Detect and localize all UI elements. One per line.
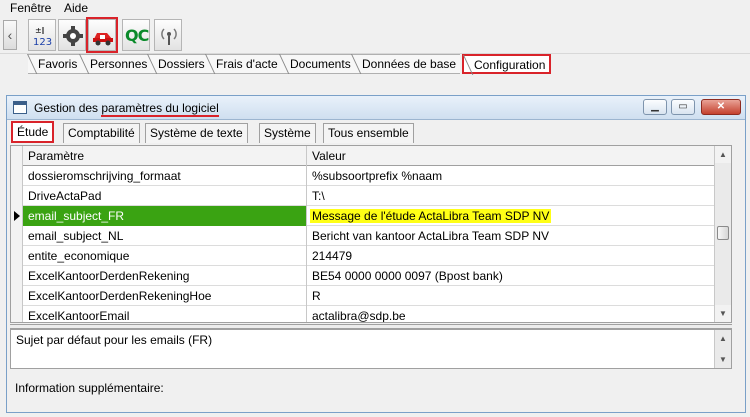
table-row[interactable]: entite_economique 214479 xyxy=(11,246,731,266)
menu-aide[interactable]: Aide xyxy=(64,1,88,15)
description-scrollbar[interactable]: ▲ ▼ xyxy=(714,330,731,368)
value-cell[interactable]: R xyxy=(307,286,715,306)
settings-button[interactable] xyxy=(58,19,86,51)
window-titlebar[interactable]: Gestion des paramètres du logiciel ▁ ▭ ✕ xyxy=(7,96,745,120)
scroll-up-icon[interactable]: ▲ xyxy=(715,330,731,347)
description-text: Sujet par défaut pour les emails (FR) xyxy=(16,333,213,347)
calculator-icon: ± 123 xyxy=(33,26,52,47)
value-cell[interactable]: Bericht van kantoor ActaLibra Team SDP N… xyxy=(307,226,715,246)
menu-fenetre[interactable]: Fenêtre xyxy=(10,1,51,15)
settings-window: Gestion des paramètres du logiciel ▁ ▭ ✕… xyxy=(6,95,746,413)
svg-text:±: ± xyxy=(35,26,42,35)
scroll-up-icon[interactable]: ▲ xyxy=(715,146,731,163)
table-row[interactable]: dossieromschrijving_formaat %subsoortpre… xyxy=(11,166,731,186)
param-cell[interactable]: email_subject_FR xyxy=(23,206,307,226)
table-row[interactable]: ExcelKantoorEmail actalibra@sdp.be xyxy=(11,306,731,322)
row-indicator xyxy=(11,206,23,226)
value-cell[interactable]: actalibra@sdp.be xyxy=(307,306,715,322)
scroll-down-icon[interactable]: ▼ xyxy=(715,351,731,368)
tab-favoris[interactable]: Favoris xyxy=(28,54,82,74)
value-cell[interactable]: T:\ xyxy=(307,186,715,206)
current-row-arrow-icon xyxy=(14,211,20,221)
value-cell[interactable]: BE54 0000 0000 0097 (Bpost bank) xyxy=(307,266,715,286)
tab-tous-ensemble[interactable]: Tous ensemble xyxy=(323,123,414,143)
tab-frais-dacte[interactable]: Frais d'acte xyxy=(206,54,282,74)
grid-vertical-scrollbar[interactable]: ▲ ▼ xyxy=(714,146,731,322)
gear-settings-icon xyxy=(63,26,83,46)
table-row[interactable]: ExcelKantoorDerdenRekening BE54 0000 000… xyxy=(11,266,731,286)
scroll-down-icon[interactable]: ▼ xyxy=(715,305,731,322)
sub-tab-strip: Étude Comptabilité Système de texte Syst… xyxy=(7,121,745,144)
calculator-button[interactable]: ± 123 xyxy=(28,19,56,51)
car-config-icon xyxy=(93,33,113,46)
param-cell[interactable]: DriveActaPad xyxy=(23,186,307,206)
param-cell[interactable]: dossieromschrijving_formaat xyxy=(23,166,307,186)
toolbar-scroll-left-button[interactable]: ‹ xyxy=(3,20,17,50)
menu-bar: Fenêtre Aide xyxy=(0,0,750,16)
tab-personnes[interactable]: Personnes xyxy=(80,54,152,74)
column-header-valeur[interactable]: Valeur xyxy=(307,146,715,166)
description-box[interactable]: Sujet par défaut pour les emails (FR) ▲ … xyxy=(10,329,732,369)
window-title: Gestion des paramètres du logiciel xyxy=(34,101,219,115)
configuration-toolbar-button[interactable] xyxy=(86,17,118,53)
value-cell[interactable]: Message de l'étude ActaLibra Team SDP NV xyxy=(307,206,715,226)
minimize-button[interactable]: ▁ xyxy=(643,99,667,115)
param-cell[interactable]: ExcelKantoorEmail xyxy=(23,306,307,322)
svg-text:123: 123 xyxy=(33,37,52,47)
tab-systeme-de-texte[interactable]: Système de texte xyxy=(145,123,248,143)
maximize-button[interactable]: ▭ xyxy=(671,99,695,115)
toolbar: ‹ ± 123 QC xyxy=(0,16,750,54)
window-icon xyxy=(13,101,27,114)
tab-comptabilite[interactable]: Comptabilité xyxy=(63,123,140,143)
table-row-selected[interactable]: email_subject_FR Message de l'étude Acta… xyxy=(11,206,731,226)
param-cell[interactable]: entite_economique xyxy=(23,246,307,266)
scrollbar-thumb[interactable] xyxy=(717,226,729,240)
qc-button[interactable]: QC xyxy=(122,19,150,51)
tab-documents[interactable]: Documents xyxy=(280,54,355,74)
title-annotation-underline xyxy=(101,115,219,117)
value-cell[interactable]: %subsoortprefix %naam xyxy=(307,166,715,186)
param-cell[interactable]: ExcelKantoorDerdenRekening xyxy=(23,266,307,286)
tab-systeme[interactable]: Système xyxy=(259,123,316,143)
wireless-button[interactable] xyxy=(154,19,182,51)
info-label: Information supplémentaire: xyxy=(15,381,164,395)
tab-donnees-de-base[interactable]: Données de base xyxy=(352,54,461,74)
wireless-signal-icon xyxy=(161,28,177,45)
tab-dossiers[interactable]: Dossiers xyxy=(148,54,209,74)
table-row[interactable]: email_subject_NL Bericht van kantoor Act… xyxy=(11,226,731,246)
tab-configuration[interactable]: Configuration xyxy=(462,54,552,74)
table-row[interactable]: ExcelKantoorDerdenRekeningHoe R xyxy=(11,286,731,306)
column-header-parametre[interactable]: Paramètre xyxy=(23,146,307,166)
close-button[interactable]: ✕ xyxy=(701,99,741,115)
table-row[interactable]: DriveActaPad T:\ xyxy=(11,186,731,206)
value-cell[interactable]: 214479 xyxy=(307,246,715,266)
tab-etude[interactable]: Étude xyxy=(11,121,55,143)
param-cell[interactable]: email_subject_NL xyxy=(23,226,307,246)
parameters-grid[interactable]: Paramètre Valeur dossieromschrijving_for… xyxy=(10,145,732,323)
param-cell[interactable]: ExcelKantoorDerdenRekeningHoe xyxy=(23,286,307,306)
grid-header: Paramètre Valeur xyxy=(11,146,731,166)
qc-icon: QC xyxy=(125,26,149,45)
